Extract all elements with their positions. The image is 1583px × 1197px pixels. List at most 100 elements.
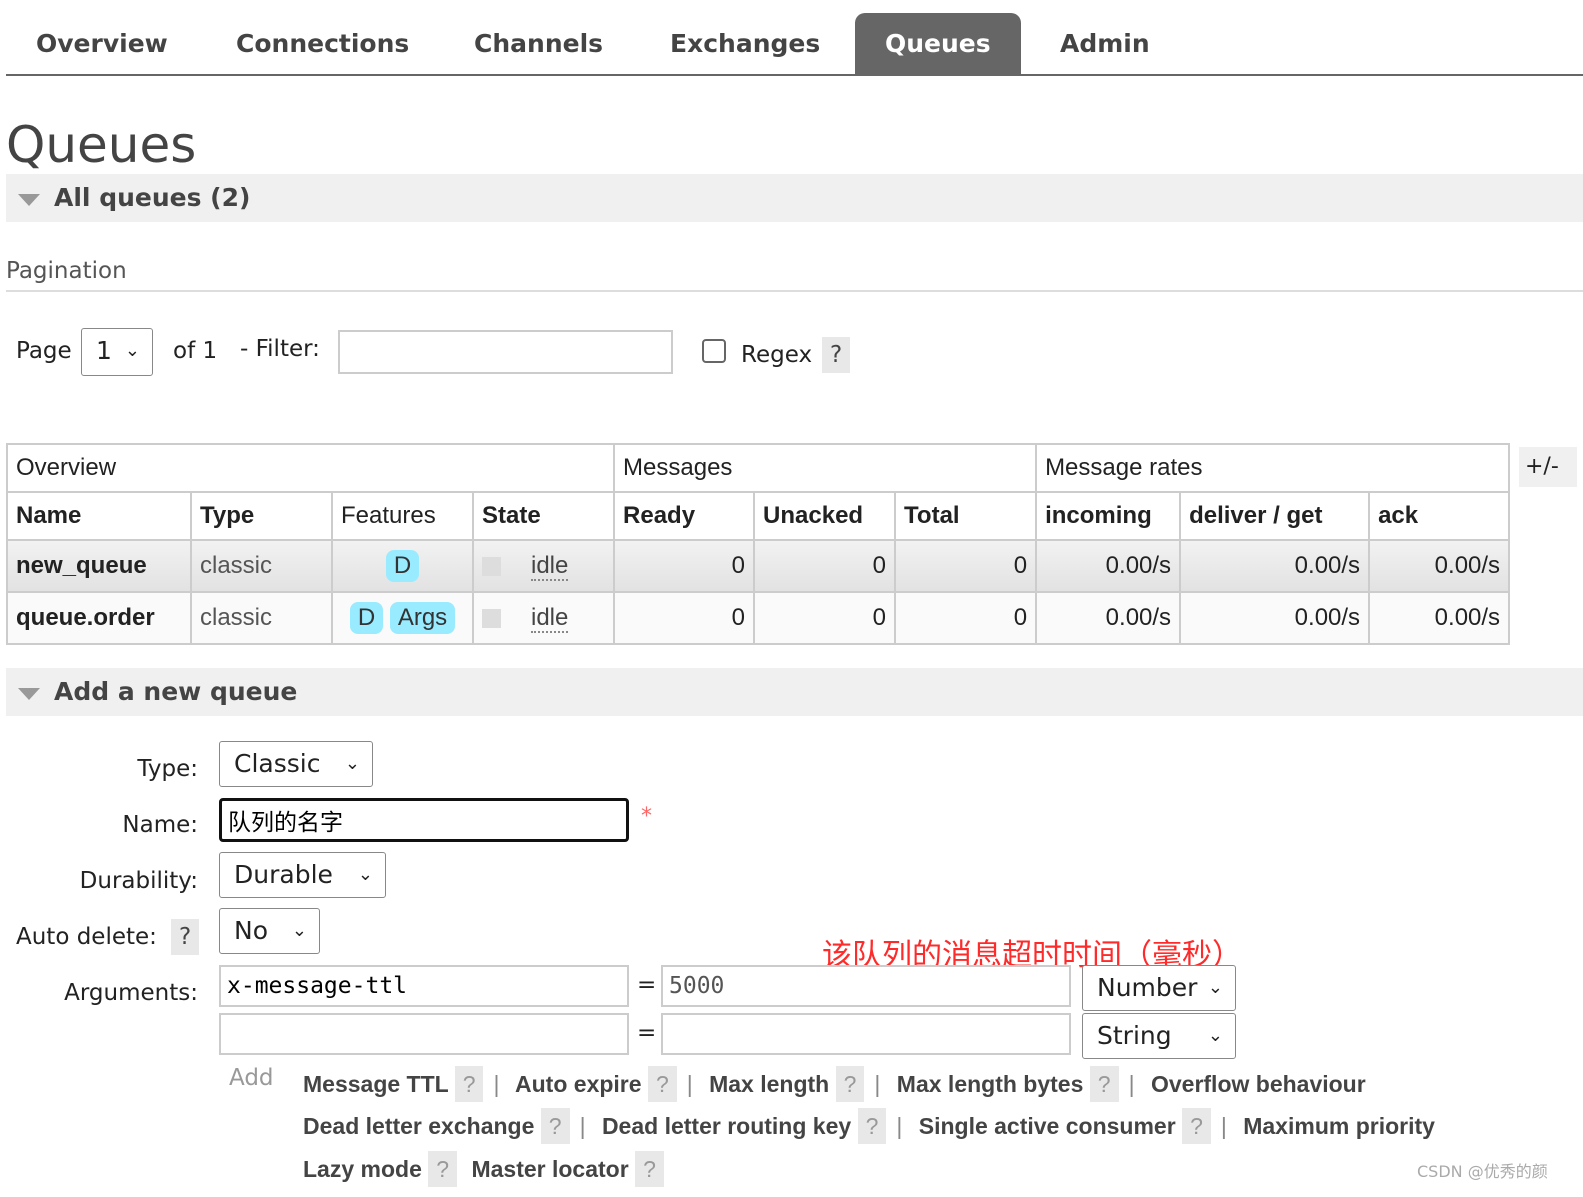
total: 0	[894, 539, 1038, 593]
hint-max-length[interactable]: Max length	[709, 1071, 829, 1097]
page-label: Page	[16, 338, 72, 364]
hint-dead-letter-routing-key[interactable]: Dead letter routing key	[602, 1113, 851, 1139]
regex-help-button[interactable]: ?	[822, 337, 851, 373]
hint-master-locator[interactable]: Master locator	[471, 1156, 628, 1182]
type-select[interactable]: Classic ⌄	[219, 741, 373, 787]
durability-select[interactable]: Durable ⌄	[219, 852, 386, 898]
argument-type-select[interactable]: Number ⌄	[1082, 965, 1236, 1011]
col-incoming[interactable]: incoming	[1035, 491, 1182, 541]
queue-name-link[interactable]: new_queue	[6, 539, 192, 593]
tab-overview[interactable]: Overview	[6, 13, 198, 75]
deliver-get-rate: 0.00/s	[1179, 539, 1371, 593]
chevron-down-icon: ⌄	[291, 920, 307, 941]
col-total[interactable]: Total	[894, 491, 1038, 541]
ready: 0	[613, 591, 756, 645]
argument-hints-line: Lazy mode ? Master locator ?	[303, 1151, 1203, 1187]
total: 0	[894, 591, 1038, 645]
queue-state: idle	[531, 552, 569, 581]
deliver-get-rate: 0.00/s	[1179, 591, 1371, 645]
filter-label: - Filter:	[240, 336, 320, 362]
hint-single-active-consumer[interactable]: Single active consumer	[919, 1113, 1176, 1139]
state-icon	[482, 557, 501, 577]
chevron-down-icon: ⌄	[1207, 977, 1223, 998]
auto-delete-label: Auto delete:	[16, 924, 157, 950]
help-button[interactable]: ?	[454, 1066, 484, 1102]
hint-dead-letter-exchange[interactable]: Dead letter exchange	[303, 1113, 534, 1139]
help-button[interactable]: ?	[540, 1108, 570, 1144]
durability-label: Durability:	[79, 868, 198, 894]
argument-hints-line: Dead letter exchange ? | Dead letter rout…	[303, 1108, 1573, 1144]
type-label: Type:	[137, 756, 198, 782]
tab-connections[interactable]: Connections	[206, 13, 439, 75]
required-marker: *	[641, 804, 652, 829]
argument-type-select[interactable]: String ⌄	[1082, 1013, 1236, 1059]
queue-name-link[interactable]: queue.order	[6, 591, 192, 645]
help-button[interactable]: ?	[835, 1066, 865, 1102]
columns-toggle-button[interactable]: +/-	[1519, 447, 1577, 487]
help-button[interactable]: ?	[428, 1151, 458, 1187]
auto-delete-help-button[interactable]: ?	[171, 919, 200, 955]
state-icon	[482, 609, 501, 629]
queues-table: Overview Messages Message rates Name Typ…	[5, 443, 1511, 645]
tab-queues[interactable]: Queues	[855, 13, 1021, 75]
group-messages: Messages	[613, 443, 1038, 493]
ack-rate: 0.00/s	[1368, 539, 1511, 593]
col-deliver-get[interactable]: deliver / get	[1179, 491, 1371, 541]
hint-max-length-bytes[interactable]: Max length bytes	[897, 1071, 1084, 1097]
argument-key-input[interactable]	[219, 965, 629, 1007]
regex-checkbox[interactable]	[702, 339, 726, 363]
equals-sign: =	[637, 972, 657, 998]
section-title: Add a new queue	[54, 677, 298, 706]
hint-lazy-mode[interactable]: Lazy mode	[303, 1156, 422, 1182]
section-title: All queues (2)	[54, 183, 251, 212]
help-button[interactable]: ?	[857, 1108, 887, 1144]
queue-type: classic	[190, 591, 333, 645]
help-button[interactable]: ?	[647, 1066, 677, 1102]
hint-message-ttl[interactable]: Message TTL	[303, 1071, 448, 1097]
incoming-rate: 0.00/s	[1035, 591, 1182, 645]
help-button[interactable]: ?	[1089, 1066, 1119, 1102]
page-select[interactable]: 1 ⌄	[81, 328, 153, 376]
argument-hints-line: Message TTL ? | Auto expire ? | Max length…	[303, 1066, 1573, 1102]
filter-input[interactable]	[338, 330, 673, 374]
regex-label: Regex	[741, 342, 813, 368]
chevron-down-icon: ⌄	[344, 753, 360, 774]
help-button[interactable]: ?	[1182, 1108, 1211, 1144]
chevron-down-icon: ⌄	[124, 340, 140, 361]
group-overview: Overview	[5, 443, 616, 493]
col-name[interactable]: Name	[6, 491, 192, 541]
hint-maximum-priority[interactable]: Maximum priority	[1243, 1113, 1435, 1139]
tab-channels[interactable]: Channels	[444, 13, 633, 75]
watermark: CSDN @优秀的颜	[1417, 1162, 1548, 1181]
tab-admin[interactable]: Admin	[1030, 13, 1180, 75]
name-label: Name:	[122, 812, 198, 838]
ack-rate: 0.00/s	[1368, 591, 1511, 645]
tab-exchanges[interactable]: Exchanges	[640, 13, 850, 75]
auto-delete-select[interactable]: No ⌄	[219, 908, 320, 954]
add-label: Add	[229, 1065, 274, 1091]
col-ready[interactable]: Ready	[613, 491, 756, 541]
name-input[interactable]	[219, 798, 629, 842]
argument-value-input[interactable]	[661, 1013, 1071, 1055]
col-type[interactable]: Type	[190, 491, 333, 541]
arguments-label: Arguments:	[64, 980, 198, 1006]
queue-type: classic	[190, 539, 333, 593]
argument-value-input[interactable]	[661, 965, 1071, 1007]
argument-key-input[interactable]	[219, 1013, 629, 1055]
col-ack[interactable]: ack	[1368, 491, 1511, 541]
col-state[interactable]: State	[471, 491, 616, 541]
ready: 0	[613, 539, 756, 593]
all-queues-header[interactable]: All queues (2)	[6, 174, 1583, 222]
equals-sign: =	[637, 1020, 657, 1046]
add-queue-header[interactable]: Add a new queue	[6, 668, 1583, 716]
chevron-down-icon: ⌄	[1207, 1025, 1223, 1046]
nav-tabs: Overview Connections Channels Exchanges …	[6, 13, 1583, 76]
col-unacked[interactable]: Unacked	[753, 491, 897, 541]
hint-auto-expire[interactable]: Auto expire	[515, 1071, 642, 1097]
incoming-rate: 0.00/s	[1035, 539, 1182, 593]
help-button[interactable]: ?	[635, 1151, 664, 1187]
collapse-triangle-icon	[18, 194, 40, 206]
collapse-triangle-icon	[18, 688, 40, 700]
hint-overflow-behaviour[interactable]: Overflow behaviour	[1151, 1071, 1366, 1097]
unacked: 0	[753, 591, 897, 645]
